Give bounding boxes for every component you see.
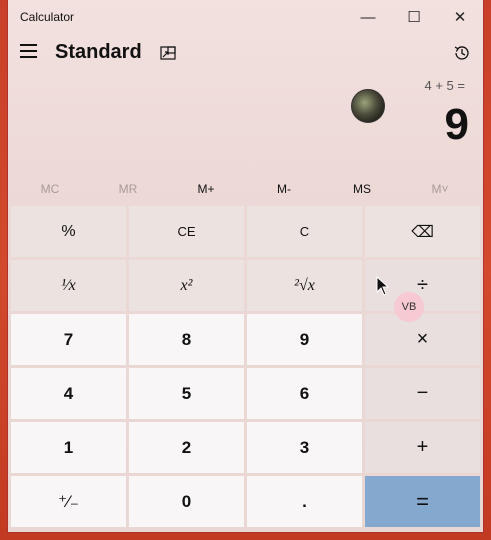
keypad: % CE C ⌫ ¹⁄x x² ²√x ÷ 7 8 9 × 4 5 6 − 1 … (11, 206, 480, 528)
subtract-button[interactable]: − (365, 368, 480, 419)
percent-button[interactable]: % (11, 206, 126, 257)
memory-add-button[interactable]: M+ (167, 176, 245, 202)
history-icon[interactable] (453, 44, 471, 62)
avatar (351, 89, 385, 123)
result-display: 9 (444, 100, 469, 149)
digit-6-button[interactable]: 6 (247, 368, 362, 419)
reciprocal-button[interactable]: ¹⁄x (11, 260, 126, 311)
multiply-button[interactable]: × (365, 314, 480, 365)
digit-5-button[interactable]: 5 (129, 368, 244, 419)
memory-list-button[interactable]: M˅ (401, 176, 479, 202)
digit-8-button[interactable]: 8 (129, 314, 244, 365)
square-button[interactable]: x² (129, 260, 244, 311)
negate-button[interactable]: ⁺⁄₋ (11, 476, 126, 527)
title-bar: Calculator — ☐ ✕ (8, 0, 483, 34)
digit-4-button[interactable]: 4 (11, 368, 126, 419)
calculator-window: Calculator — ☐ ✕ Standard 4 + 5 = 9 MC M… (8, 0, 483, 532)
maximize-button[interactable]: ☐ (391, 0, 437, 34)
header: Standard (8, 34, 483, 74)
backspace-button[interactable]: ⌫ (365, 206, 480, 257)
decimal-button[interactable]: . (247, 476, 362, 527)
memory-subtract-button[interactable]: M- (245, 176, 323, 202)
close-button[interactable]: ✕ (437, 0, 483, 34)
digit-9-button[interactable]: 9 (247, 314, 362, 365)
equals-button[interactable]: = (365, 476, 480, 527)
memory-recall-button[interactable]: MR (89, 176, 167, 202)
add-button[interactable]: + (365, 422, 480, 473)
clear-button[interactable]: C (247, 206, 362, 257)
digit-7-button[interactable]: 7 (11, 314, 126, 365)
keep-on-top-icon[interactable] (160, 46, 176, 60)
mouse-cursor-icon (376, 276, 390, 296)
app-title: Calculator (20, 10, 75, 24)
digit-1-button[interactable]: 1 (11, 422, 126, 473)
memory-row: MC MR M+ M- MS M˅ (8, 176, 483, 202)
memory-store-button[interactable]: MS (323, 176, 401, 202)
digit-0-button[interactable]: 0 (129, 476, 244, 527)
expression-display: 4 + 5 = (424, 78, 465, 93)
vb-badge: VB (394, 292, 424, 322)
minimize-button[interactable]: — (345, 0, 391, 34)
digit-3-button[interactable]: 3 (247, 422, 362, 473)
menu-icon[interactable] (20, 44, 37, 58)
mode-title: Standard (55, 41, 142, 63)
memory-clear-button[interactable]: MC (11, 176, 89, 202)
digit-2-button[interactable]: 2 (129, 422, 244, 473)
square-root-button[interactable]: ²√x (247, 260, 362, 311)
clear-entry-button[interactable]: CE (129, 206, 244, 257)
